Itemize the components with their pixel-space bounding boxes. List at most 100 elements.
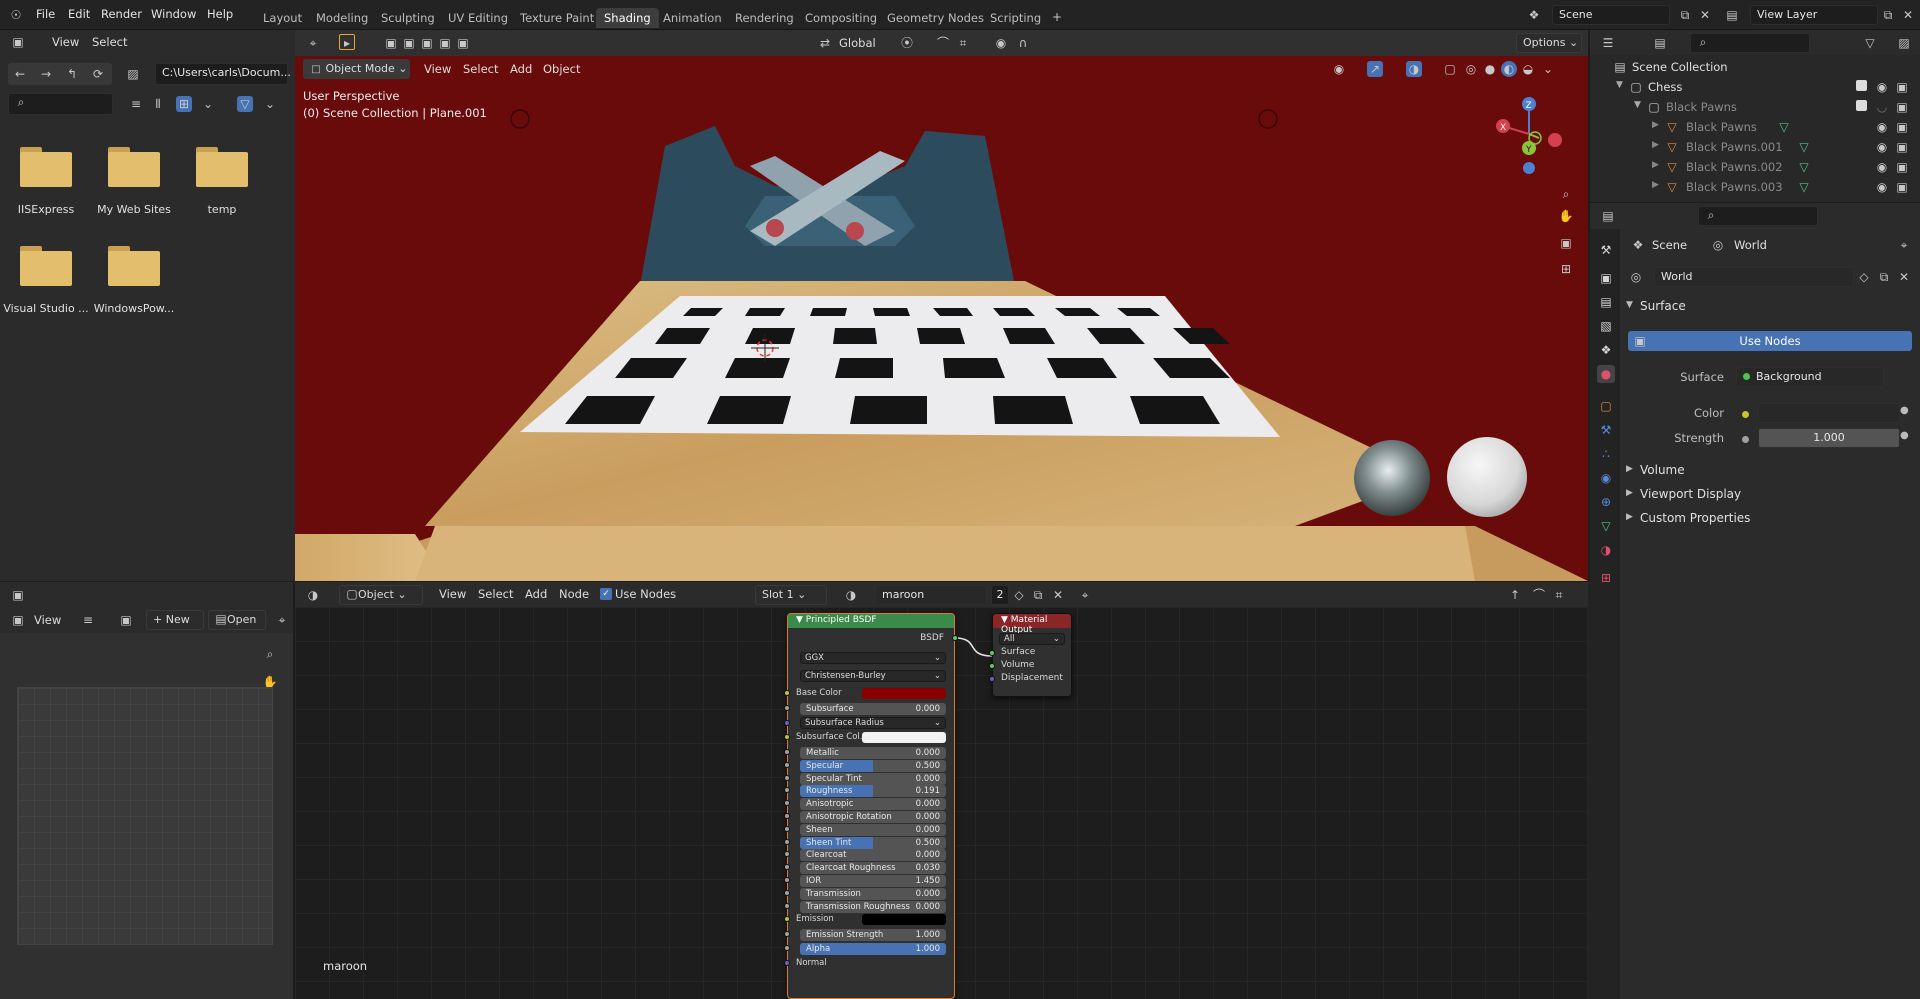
node-slider[interactable]: Subsurface 0.000 [800,703,946,715]
forward-icon[interactable]: → [38,66,54,82]
principled-bsdf-node[interactable]: ▼ Principled BSDF BSDF GGX ⌄ Christensen-… [784,613,958,999]
node-slider[interactable]: Transmission Roughness 0.000 [800,900,946,913]
slider-row[interactable]: Anisotropic 0.000 [784,797,954,811]
slider-row[interactable]: Transmission 0.000 [784,887,954,900]
node-slider[interactable]: Transmission 0.000 [800,887,946,900]
visibility-icon[interactable]: ◉ [1331,61,1347,77]
folder-item[interactable]: My Web Sites [89,147,179,216]
slider-row[interactable]: Anisotropic Rotation 0.000 [784,810,954,823]
display-mode-icon[interactable]: ▤ [1652,35,1668,51]
particles-tab-icon[interactable]: ∴ [1597,445,1615,463]
editor-type-icon[interactable]: ▣ [10,34,26,50]
bsdf-output-socket[interactable] [952,635,958,641]
proportional-edit-icon[interactable]: ◉ [993,35,1009,51]
input-socket[interactable] [784,761,790,768]
material-name-field[interactable]: maroon [875,585,987,605]
unlink-icon[interactable]: ✕ [1896,269,1912,285]
duplicate-icon[interactable]: ⧉ [1876,269,1892,285]
camera-view-icon[interactable]: ▣ [1558,235,1574,251]
properties-search-input[interactable]: ⌕ [1698,206,1818,226]
output-tab-icon[interactable]: ▤ [1597,293,1615,311]
input-socket[interactable] [784,787,790,794]
navigation-gizmo[interactable]: Z X Y [1491,90,1567,176]
menu-help[interactable]: Help [207,7,233,21]
node-slider[interactable]: Metallic 0.000 [800,747,946,759]
eye-icon[interactable]: ◉ [1874,159,1890,175]
input-socket[interactable] [784,690,790,696]
checkbox-icon[interactable] [1856,80,1867,91]
parent-node-tree-icon[interactable]: ↑ [1507,587,1523,603]
target-dropdown[interactable]: All ⌄ [999,633,1065,645]
node-slider[interactable]: Anisotropic 0.000 [800,798,946,811]
blender-logo-icon[interactable]: ☉ [8,7,24,23]
menu-select[interactable]: Select [92,35,127,49]
node-header[interactable]: ▼ Principled BSDF [788,614,954,628]
parent-dir-icon[interactable]: ↰ [64,66,80,82]
base-color-swatch[interactable] [862,688,946,699]
menu-view[interactable]: View [52,35,79,49]
input-socket[interactable] [784,902,790,909]
slider-row[interactable]: Transmission Roughness 0.000 [784,900,954,913]
strength-field[interactable]: 1.000 [1758,428,1900,448]
surface-shader-field[interactable]: Background [1736,367,1884,387]
surface-panel-header[interactable]: ▼ Surface [1622,296,1920,318]
tab-compositing[interactable]: Compositing [797,8,885,28]
ortho-grid-icon[interactable]: ⊞ [1558,261,1574,277]
eye-icon[interactable]: ◉ [1874,79,1890,95]
slider-row[interactable]: Clearcoat 0.000 [784,848,954,862]
node-header[interactable]: ▼ Material Output [993,614,1071,635]
select-box-icon[interactable]: ▣ [383,35,399,51]
material-browse-icon[interactable]: ◑ [843,587,859,603]
use-nodes-checkbox[interactable]: ✓ [600,588,612,600]
mode-dropdown[interactable]: □ Object Mode ⌄ [303,59,410,79]
menu-view[interactable]: View [34,613,61,627]
constraints-tab-icon[interactable]: ⊕ [1597,493,1615,511]
filter-dropdown-icon[interactable]: ⌄ [262,96,278,112]
file-search-input[interactable]: ⌕ [8,93,113,115]
input-socket[interactable] [784,825,790,832]
outliner-editor-icon[interactable]: ☰ [1600,35,1616,51]
strength-socket-icon[interactable] [1742,436,1749,443]
slider-row[interactable]: Sheen 0.000 [784,823,954,836]
volume-input-socket[interactable] [989,663,995,669]
camera-icon[interactable]: ▣ [1894,119,1910,135]
falloff-icon[interactable]: ∩ [1015,35,1031,51]
input-socket[interactable] [784,720,790,726]
expand-icon[interactable]: ▼ [1616,80,1623,90]
menu-select[interactable]: Select [478,587,513,601]
checkbox-icon[interactable] [1856,100,1867,111]
input-socket[interactable] [784,945,790,951]
input-socket[interactable] [784,734,790,740]
input-socket[interactable] [784,800,790,807]
emission-color-swatch[interactable] [862,914,946,925]
tab-sculpting[interactable]: Sculpting [373,8,443,28]
scene-tab-icon[interactable]: ❖ [1597,341,1615,359]
world-name-field[interactable]: World [1654,267,1854,287]
slider-row[interactable]: IOR 1.450 [784,874,954,887]
fake-user-icon[interactable]: ◇ [1011,587,1027,603]
material-output-node[interactable]: ▼ Material Output All ⌄ Surface Volume Di… [989,613,1072,697]
input-socket[interactable] [784,864,790,871]
menu-view[interactable]: View [439,587,466,601]
shading-dropdown-icon[interactable]: ⌄ [1540,61,1556,77]
node-slider[interactable]: Specular 0.500 [800,759,946,772]
input-socket[interactable] [784,889,790,896]
tab-rendering[interactable]: Rendering [727,8,802,28]
eye-icon[interactable]: ◉ [1874,179,1890,195]
image-browse-icon[interactable]: ▣ [118,612,134,628]
properties-editor-icon[interactable]: ▤ [1600,208,1616,224]
input-socket[interactable] [784,916,790,922]
color-swatch[interactable] [1758,403,1900,423]
options-button[interactable]: Options ⌄ [1516,33,1582,53]
use-nodes-button[interactable]: ▣ Use Nodes [1628,331,1912,351]
xray-icon[interactable]: ▢ [1442,61,1458,77]
duplicate-icon[interactable]: ⧉ [1030,587,1046,603]
new-image-button[interactable]: + New [146,610,204,630]
menu-render[interactable]: Render [101,7,142,21]
scene-icon[interactable]: ❖ [1526,7,1542,23]
slider-row[interactable]: Roughness 0.191 [784,784,954,798]
scene-field[interactable]: Scene [1552,5,1670,25]
camera-icon[interactable]: ▣ [1894,139,1910,155]
rendered-shading-icon[interactable]: ◒ [1520,61,1536,77]
camera-icon[interactable]: ▣ [1894,79,1910,95]
